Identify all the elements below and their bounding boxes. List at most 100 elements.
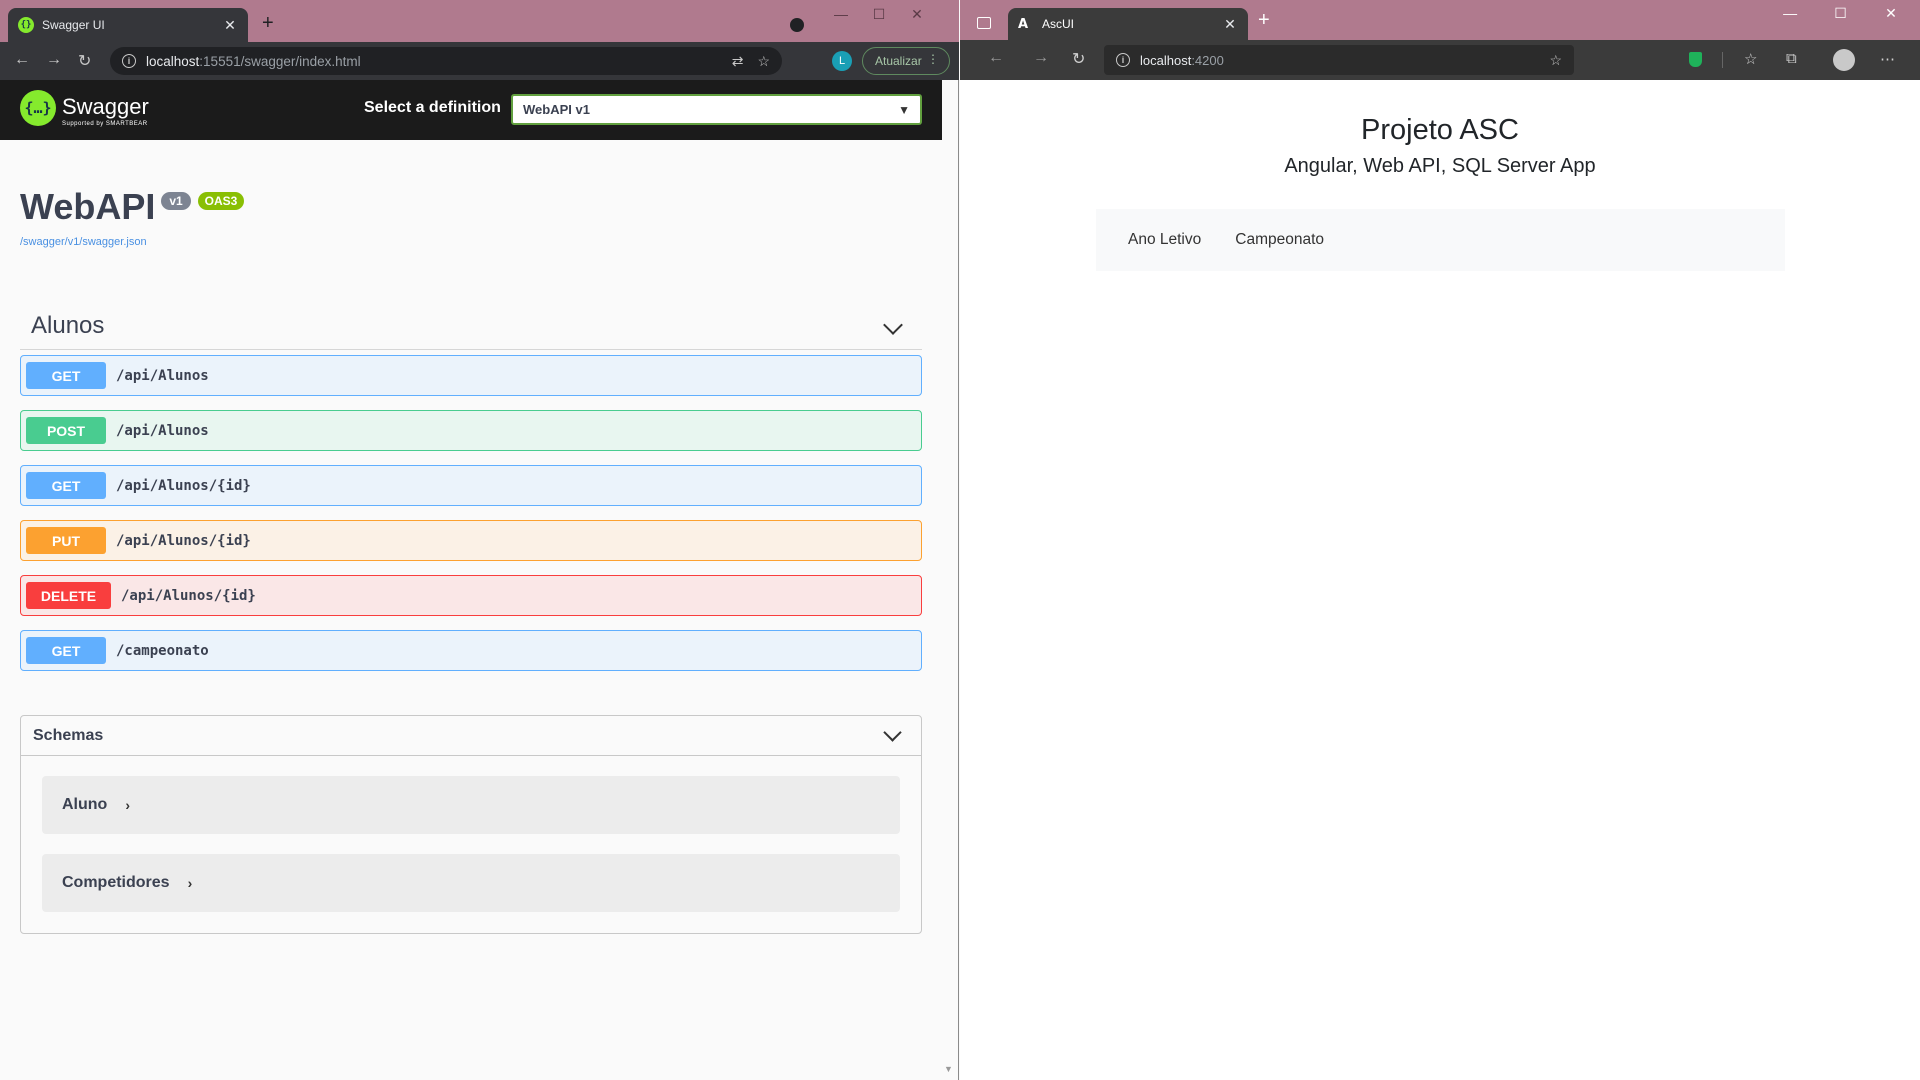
address-bar[interactable]: i localhost:15551/swagger/index.html ⇄ ☆ bbox=[110, 47, 782, 75]
window-controls: — ☐ ✕ bbox=[822, 6, 936, 23]
tab-ascui[interactable]: A AscUI ✕ bbox=[1008, 8, 1248, 40]
tag-title: Alunos bbox=[31, 312, 105, 339]
operation-path: /api/Alunos/{id} bbox=[121, 587, 256, 604]
close-window-button[interactable]: ✕ bbox=[1868, 5, 1914, 22]
chrome-window: {} Swagger UI ✕ + — ☐ ✕ ← → ↻ i localhos… bbox=[0, 0, 959, 1080]
chevron-down-icon: ▼ bbox=[898, 102, 910, 117]
operation-path: /api/Alunos/{id} bbox=[116, 532, 251, 549]
schemas-header[interactable]: Schemas bbox=[21, 716, 921, 756]
edge-window: A AscUI ✕ + — ☐ ✕ ← → ↻ i localhost:4200… bbox=[960, 0, 1920, 1080]
swagger-brand: Swagger bbox=[62, 94, 149, 119]
back-arrow-icon[interactable]: ← bbox=[14, 51, 30, 69]
schema-name: Aluno bbox=[62, 796, 108, 813]
site-info-icon[interactable]: i bbox=[1116, 53, 1130, 67]
address-url: localhost:15551/swagger/index.html bbox=[146, 53, 361, 69]
shield-extension-icon[interactable] bbox=[1689, 52, 1702, 67]
tab-search-icon[interactable] bbox=[790, 18, 804, 32]
method-badge: GET bbox=[26, 637, 106, 664]
update-button[interactable]: Atualizar ⋮ bbox=[862, 47, 950, 75]
schema-model-aluno[interactable]: Aluno › bbox=[42, 776, 900, 834]
forward-arrow-icon[interactable]: → bbox=[1033, 49, 1049, 67]
swagger-topbar: {…} Swagger Supported by SMARTBEAR Selec… bbox=[0, 80, 942, 140]
scrollbar-down-arrow-icon[interactable]: ▼ bbox=[944, 1064, 953, 1074]
method-badge: PUT bbox=[26, 527, 106, 554]
definition-select-label: Select a definition bbox=[364, 99, 501, 116]
site-info-icon[interactable]: i bbox=[122, 54, 136, 68]
reload-icon[interactable]: ↻ bbox=[1072, 49, 1085, 69]
angular-favicon-icon: A bbox=[1018, 17, 1029, 32]
chevron-down-icon bbox=[883, 315, 903, 335]
schema-model-competidores[interactable]: Competidores › bbox=[42, 854, 900, 912]
edge-toolbar: ← → ↻ i localhost:4200 ☆ ☆ ⧉ ⋯ bbox=[960, 40, 1920, 80]
add-favorite-icon[interactable]: ☆ bbox=[1549, 52, 1562, 69]
address-url: localhost:4200 bbox=[1140, 52, 1224, 68]
reload-icon[interactable]: ↻ bbox=[78, 51, 91, 71]
spec-link[interactable]: /swagger/v1/swagger.json bbox=[20, 236, 147, 248]
forward-arrow-icon[interactable]: → bbox=[46, 51, 62, 69]
more-menu-icon[interactable]: ⋯ bbox=[1880, 50, 1895, 68]
minimize-button[interactable]: — bbox=[1767, 5, 1813, 21]
translate-icon[interactable]: ⇄ bbox=[732, 53, 744, 70]
operation-path: /api/Alunos/{id} bbox=[116, 477, 251, 494]
more-menu-icon: ⋮ bbox=[927, 52, 939, 66]
page-title: Projeto ASC bbox=[1361, 114, 1519, 146]
update-label: Atualizar bbox=[875, 54, 922, 68]
tab-title: Swagger UI bbox=[42, 18, 105, 32]
definition-select-value: WebAPI v1 bbox=[523, 102, 590, 117]
swagger-brand-sub: Supported by SMARTBEAR bbox=[62, 121, 148, 127]
schemas-section: Schemas Aluno › Competidores › bbox=[20, 715, 922, 934]
tag-section-alunos[interactable]: Alunos bbox=[20, 306, 922, 350]
desktop: {} Swagger UI ✕ + — ☐ ✕ ← → ↻ i localhos… bbox=[0, 0, 1920, 1080]
close-tab-icon[interactable]: ✕ bbox=[222, 17, 238, 34]
definition-select[interactable]: WebAPI v1 ▼ bbox=[511, 94, 922, 125]
new-tab-button[interactable]: + bbox=[1258, 9, 1270, 32]
window-controls: — ☐ ✕ bbox=[1767, 5, 1914, 23]
operation-post-alunos[interactable]: POST /api/Alunos bbox=[20, 410, 922, 451]
chrome-toolbar: ← → ↻ i localhost:15551/swagger/index.ht… bbox=[0, 42, 959, 80]
minimize-button[interactable]: — bbox=[822, 6, 860, 23]
swagger-logo-icon[interactable]: {…} bbox=[20, 90, 56, 126]
back-arrow-icon[interactable]: ← bbox=[988, 49, 1004, 67]
app-navbar: Ano Letivo Campeonato bbox=[1096, 209, 1785, 271]
profile-avatar[interactable]: L bbox=[832, 51, 852, 71]
toolbar-divider bbox=[1722, 52, 1723, 68]
tab-swagger-ui[interactable]: {} Swagger UI ✕ bbox=[8, 8, 248, 42]
maximize-button[interactable]: ☐ bbox=[1818, 5, 1864, 22]
operation-path: /api/Alunos bbox=[116, 367, 209, 384]
nav-link-ano-letivo[interactable]: Ano Letivo bbox=[1128, 231, 1201, 249]
bookmark-star-icon[interactable]: ☆ bbox=[757, 53, 770, 70]
operation-path: /api/Alunos bbox=[116, 422, 209, 439]
new-tab-button[interactable]: + bbox=[262, 12, 274, 35]
collections-icon[interactable]: ⧉ bbox=[1786, 50, 1797, 67]
api-title: WebAPI bbox=[20, 186, 156, 227]
operation-get-alunos[interactable]: GET /api/Alunos bbox=[20, 355, 922, 396]
chevron-right-icon: › bbox=[125, 797, 130, 813]
operation-path: /campeonato bbox=[116, 642, 209, 659]
profile-avatar[interactable] bbox=[1833, 49, 1855, 71]
chrome-titlebar: {} Swagger UI ✕ + — ☐ ✕ bbox=[0, 0, 959, 42]
oas-badge: OAS3 bbox=[198, 192, 244, 210]
maximize-button[interactable]: ☐ bbox=[860, 6, 898, 23]
chevron-right-icon: › bbox=[187, 875, 193, 891]
page-subtitle: Angular, Web API, SQL Server App bbox=[1284, 155, 1596, 177]
tab-title: AscUI bbox=[1042, 17, 1075, 31]
schema-name: Competidores bbox=[62, 874, 170, 891]
operation-delete-aluno[interactable]: DELETE /api/Alunos/{id} bbox=[20, 575, 922, 616]
chevron-down-icon bbox=[883, 723, 902, 742]
close-window-button[interactable]: ✕ bbox=[898, 6, 936, 23]
method-badge: POST bbox=[26, 417, 106, 444]
method-badge: DELETE bbox=[26, 582, 111, 609]
operation-put-aluno[interactable]: PUT /api/Alunos/{id} bbox=[20, 520, 922, 561]
version-badge: v1 bbox=[161, 192, 191, 210]
swagger-favicon-icon: {} bbox=[18, 17, 34, 33]
operation-get-aluno-by-id[interactable]: GET /api/Alunos/{id} bbox=[20, 465, 922, 506]
address-bar[interactable]: i localhost:4200 ☆ bbox=[1104, 45, 1574, 75]
favorites-icon[interactable]: ☆ bbox=[1744, 50, 1757, 68]
edge-titlebar: A AscUI ✕ + — ☐ ✕ bbox=[960, 0, 1920, 40]
schemas-title: Schemas bbox=[33, 727, 104, 744]
nav-link-campeonato[interactable]: Campeonato bbox=[1235, 231, 1324, 249]
close-tab-icon[interactable]: ✕ bbox=[1222, 16, 1238, 33]
operation-get-campeonato[interactable]: GET /campeonato bbox=[20, 630, 922, 671]
method-badge: GET bbox=[26, 362, 106, 389]
tab-actions-icon[interactable] bbox=[977, 17, 991, 29]
